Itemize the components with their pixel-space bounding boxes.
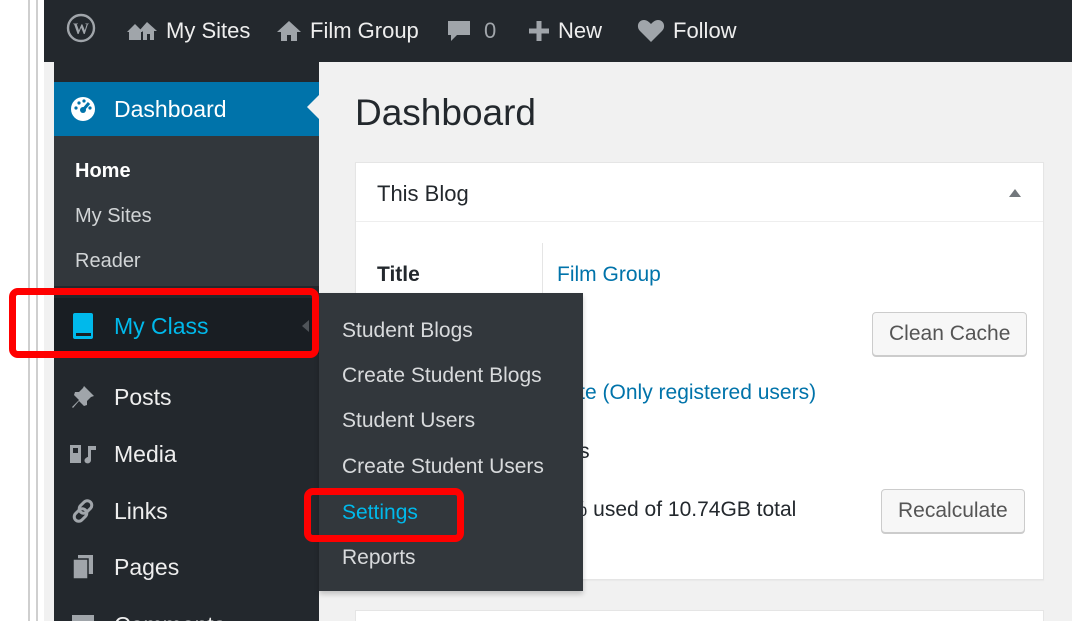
follow-label: Follow: [673, 18, 737, 43]
flyout-item-create-student-blogs[interactable]: Create Student Blogs: [342, 364, 542, 388]
sidebar-item-media[interactable]: Media: [54, 429, 319, 479]
sidebar-item-comments[interactable]: Comments: [54, 600, 319, 621]
my-sites-icon: [126, 19, 158, 43]
sidebar-item-posts[interactable]: Posts: [54, 372, 319, 422]
flyout-item-create-student-users[interactable]: Create Student Users: [342, 455, 544, 479]
submenu-item-reader[interactable]: Reader: [75, 250, 141, 273]
comments-icon: [68, 613, 98, 621]
new-label: New: [558, 18, 603, 43]
privacy-link[interactable]: vate (Only registered users): [557, 381, 816, 405]
page-title: Dashboard: [355, 92, 537, 133]
site-name-menu[interactable]: Film Group: [276, 0, 419, 62]
my-sites-menu[interactable]: My Sites: [126, 0, 250, 62]
admin-bar: W My Sites Film Group 0 New Follow: [44, 0, 1072, 62]
media-icon: [68, 442, 98, 466]
pushpin-icon: [68, 384, 98, 410]
flyout-item-student-users[interactable]: Student Users: [342, 409, 475, 433]
sidebar-item-label: Links: [114, 497, 168, 524]
new-content-menu[interactable]: New: [528, 0, 602, 62]
current-menu-pointer: [307, 94, 320, 120]
link-chain-icon: [68, 498, 98, 524]
highlight-my-class: [9, 288, 319, 358]
widget-header[interactable]: This Blog: [356, 163, 1043, 222]
comments-count: 0: [484, 18, 497, 43]
submenu-item-home[interactable]: Home: [75, 160, 131, 183]
wordpress-logo-icon: W: [66, 13, 96, 49]
flyout-item-reports[interactable]: Reports: [342, 546, 416, 570]
sidebar-item-pages[interactable]: Pages: [54, 542, 319, 592]
plus-icon: [528, 20, 550, 42]
submenu-item-my-sites[interactable]: My Sites: [75, 205, 152, 228]
widget-title: This Blog: [377, 181, 469, 206]
heart-icon: [637, 19, 665, 43]
sidebar-item-links[interactable]: Links: [54, 486, 319, 536]
title-label: Title: [377, 263, 420, 286]
flyout-item-student-blogs[interactable]: Student Blogs: [342, 319, 473, 343]
pages-icon: [68, 554, 98, 580]
site-title-link[interactable]: Film Group: [557, 263, 661, 287]
sidebar-item-label: Posts: [114, 383, 172, 410]
wp-logo-menu[interactable]: W: [66, 0, 96, 62]
dashboard-gauge-icon: [68, 96, 98, 122]
comments-menu[interactable]: 0: [446, 0, 496, 62]
site-name-label: Film Group: [310, 18, 419, 43]
sidebar-item-label: Media: [114, 440, 177, 467]
highlight-settings: [304, 488, 464, 542]
sidebar-item-label: Comments: [114, 612, 225, 621]
clean-cache-button[interactable]: Clean Cache: [872, 312, 1028, 356]
collapse-arrow-icon[interactable]: [1009, 189, 1021, 197]
svg-text:W: W: [73, 21, 89, 38]
sidebar-item-label: Dashboard: [114, 95, 227, 122]
next-widget: [355, 610, 1044, 621]
sidebar-item-label: Pages: [114, 553, 180, 580]
storage-usage: 0% used of 10.74GB total: [557, 498, 797, 521]
follow-menu[interactable]: Follow: [637, 0, 737, 62]
my-sites-label: My Sites: [166, 18, 251, 43]
my-class-flyout-menu: Student Blogs Create Student Blogs Stude…: [319, 293, 583, 591]
home-icon: [276, 19, 302, 43]
comment-bubble-icon: [446, 19, 472, 43]
dashboard-submenu: Home My Sites Reader: [54, 136, 319, 286]
sidebar-item-dashboard[interactable]: Dashboard: [54, 82, 319, 136]
recalculate-button[interactable]: Recalculate: [881, 489, 1025, 533]
